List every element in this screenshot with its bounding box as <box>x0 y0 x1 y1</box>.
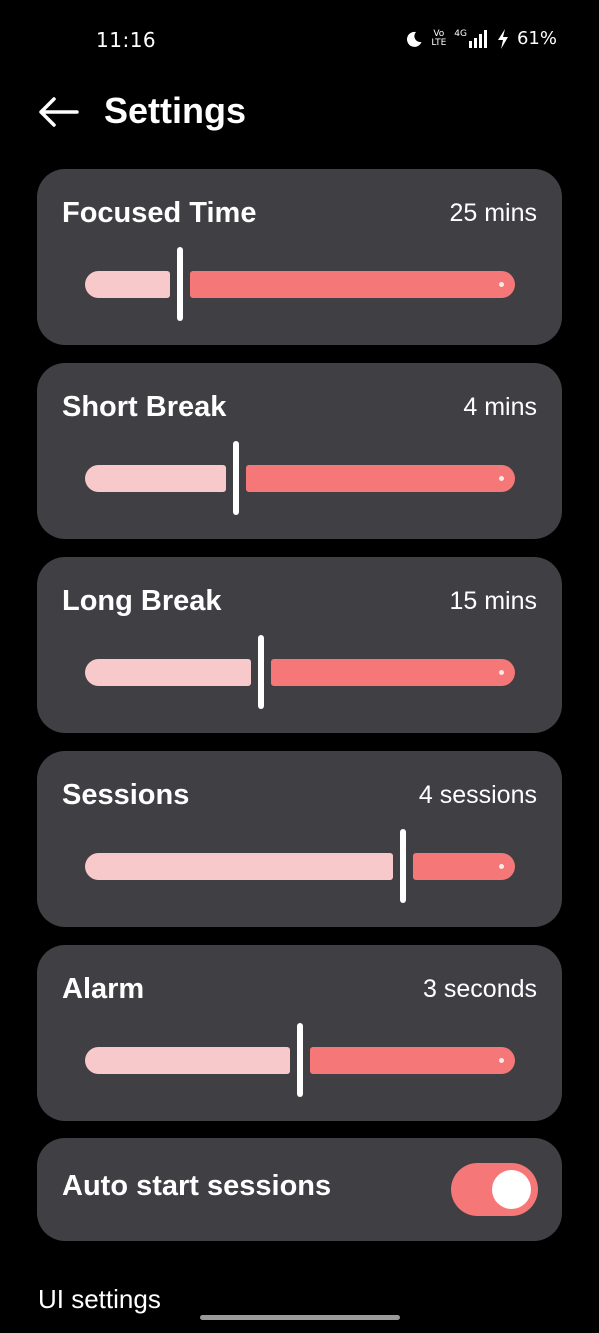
setting-card-alarm: Alarm 3 seconds <box>37 945 562 1121</box>
alarm-slider[interactable] <box>85 1023 515 1097</box>
slider-stop-indicator <box>499 476 504 481</box>
page-title: Settings <box>104 90 247 131</box>
slider-active-track <box>85 1047 290 1074</box>
sessions-slider[interactable] <box>85 829 515 903</box>
setting-card-sessions: Sessions 4 sessions <box>37 751 562 927</box>
home-indicator[interactable] <box>200 1315 400 1320</box>
slider-stop-indicator <box>499 1058 504 1063</box>
setting-card-focused-time: Focused Time 25 mins <box>37 169 562 345</box>
slider-active-track <box>85 659 251 686</box>
setting-value: 4 mins <box>463 393 537 421</box>
auto-start-label: Auto start sessions <box>62 1170 332 1202</box>
setting-value: 4 sessions <box>418 781 537 809</box>
status-bar: 11:16 Vo LTE 4G 61% <box>0 0 599 80</box>
slider-stop-indicator <box>499 670 504 675</box>
slider-handle[interactable] <box>400 829 406 903</box>
charging-icon <box>497 28 509 49</box>
setting-label: Alarm <box>62 973 145 1005</box>
setting-label: Long Break <box>62 585 222 617</box>
header: Settings <box>0 80 599 150</box>
slider-inactive-track <box>246 465 515 492</box>
auto-start-toggle[interactable] <box>451 1163 538 1216</box>
slider-handle[interactable] <box>233 441 239 515</box>
section-label-ui-settings: UI settings <box>38 1284 161 1314</box>
slider-stop-indicator <box>499 282 504 287</box>
slider-inactive-track <box>190 271 515 298</box>
setting-card-auto-start: Auto start sessions <box>37 1138 562 1241</box>
signal-4g-icon: 4G <box>454 28 489 48</box>
setting-value: 15 mins <box>449 587 537 615</box>
setting-label: Sessions <box>62 779 190 811</box>
slider-active-track <box>85 853 393 880</box>
status-time: 11:16 <box>96 28 157 52</box>
arrow-left-icon <box>37 96 79 132</box>
slider-inactive-track <box>310 1047 515 1074</box>
volte-bottom-label: LTE <box>431 37 447 48</box>
setting-label: Short Break <box>62 391 227 423</box>
setting-value: 25 mins <box>449 199 537 227</box>
back-button[interactable] <box>36 94 80 134</box>
setting-label: Focused Time <box>62 197 257 229</box>
toggle-knob <box>492 1170 531 1209</box>
setting-value: 3 seconds <box>423 975 537 1003</box>
slider-handle[interactable] <box>258 635 264 709</box>
slider-stop-indicator <box>499 864 504 869</box>
moon-icon <box>405 30 423 48</box>
slider-handle[interactable] <box>177 247 183 321</box>
network-type-label: 4G <box>454 28 467 39</box>
slider-handle[interactable] <box>297 1023 303 1097</box>
status-icons: Vo LTE 4G 61% <box>405 28 557 49</box>
battery-percent: 61% <box>516 28 557 49</box>
focused-time-slider[interactable] <box>85 247 515 321</box>
slider-active-track <box>85 271 170 298</box>
long-break-slider[interactable] <box>85 635 515 709</box>
setting-card-long-break: Long Break 15 mins <box>37 557 562 733</box>
volte-icon: Vo LTE <box>431 29 447 48</box>
slider-active-track <box>85 465 226 492</box>
setting-card-short-break: Short Break 4 mins <box>37 363 562 539</box>
slider-inactive-track <box>271 659 515 686</box>
short-break-slider[interactable] <box>85 441 515 515</box>
